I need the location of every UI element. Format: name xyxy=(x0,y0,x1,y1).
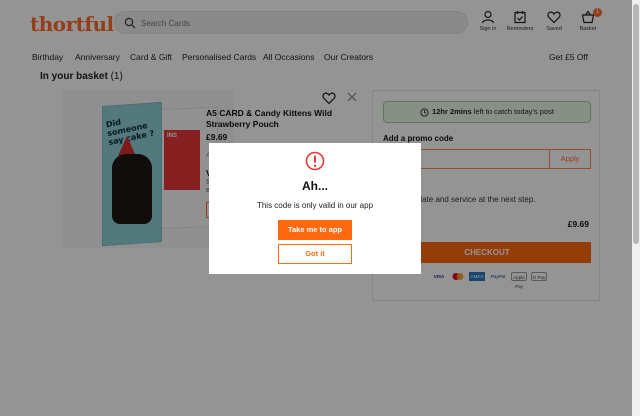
got-it-button[interactable]: Got it xyxy=(278,244,352,264)
modal-title: Ah... xyxy=(302,179,328,193)
promo-error-modal: Ah... This code is only valid in our app… xyxy=(209,143,421,274)
warning-circle-icon xyxy=(305,151,325,171)
scrollbar-thumb[interactable] xyxy=(633,4,639,244)
take-me-to-app-button[interactable]: Take me to app xyxy=(278,220,352,240)
modal-message: This code is only valid in our app xyxy=(256,201,374,210)
basket-page: thortful Sign in Reminders Saved 1 Baske… xyxy=(0,0,640,416)
